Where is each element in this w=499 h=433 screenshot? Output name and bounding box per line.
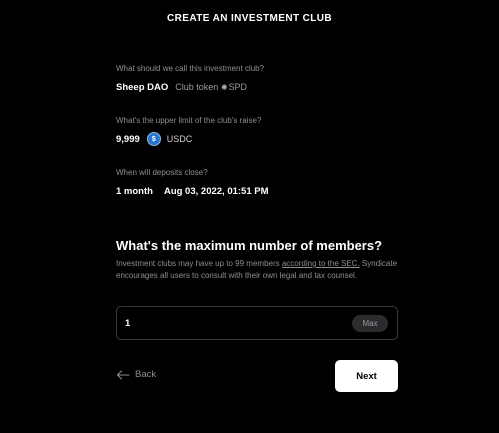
- raise-limit-summary: What's the upper limit of the club's rai…: [116, 116, 406, 146]
- raise-limit-question: What's the upper limit of the club's rai…: [116, 116, 262, 125]
- club-token-info: Club token ✺SPD: [175, 82, 247, 92]
- raise-limit-amount: 9,999: [116, 133, 140, 145]
- deposit-close-question: When will deposits close?: [116, 168, 208, 177]
- usdc-icon-glyph: $: [151, 135, 156, 143]
- club-name-question: What should we call this investment club…: [116, 64, 265, 73]
- next-button[interactable]: Next: [335, 360, 398, 392]
- deposit-close-duration: 1 month: [116, 185, 153, 197]
- raise-limit-answer: 9,999 $ USDC: [116, 132, 406, 146]
- club-token-label: Club token: [175, 82, 219, 92]
- club-token-symbol: SPD: [228, 82, 248, 92]
- members-helper-text: Investment clubs may have up to 99 membe…: [116, 258, 406, 282]
- arrow-left-icon: [116, 369, 130, 380]
- club-name-answer: Sheep DAO Club token ✺SPD: [116, 80, 406, 94]
- max-button[interactable]: Max: [352, 315, 388, 332]
- members-input[interactable]: [125, 315, 325, 331]
- helper-prefix: Investment clubs may have up to 99 membe…: [116, 259, 282, 268]
- page-title: CREATE AN INVESTMENT CLUB: [167, 13, 332, 24]
- deposit-close-summary: When will deposits close? 1 month Aug 03…: [116, 168, 406, 198]
- raise-currency: USDC: [166, 134, 193, 144]
- token-symbol-icon: ✺: [220, 83, 228, 92]
- deposit-close-date: Aug 03, 2022, 01:51 PM: [163, 185, 269, 197]
- usdc-icon: $: [146, 132, 161, 146]
- club-name-summary: What should we call this investment club…: [116, 64, 406, 94]
- club-name-value: Sheep DAO: [116, 81, 169, 93]
- deposit-close-answer: 1 month Aug 03, 2022, 01:51 PM: [116, 184, 406, 198]
- sec-link[interactable]: according to the SEC.: [282, 259, 360, 268]
- members-question: What's the maximum number of members?: [116, 238, 383, 253]
- back-button[interactable]: Back: [116, 369, 156, 380]
- members-input-container: Max: [116, 306, 398, 340]
- back-label: Back: [135, 369, 157, 380]
